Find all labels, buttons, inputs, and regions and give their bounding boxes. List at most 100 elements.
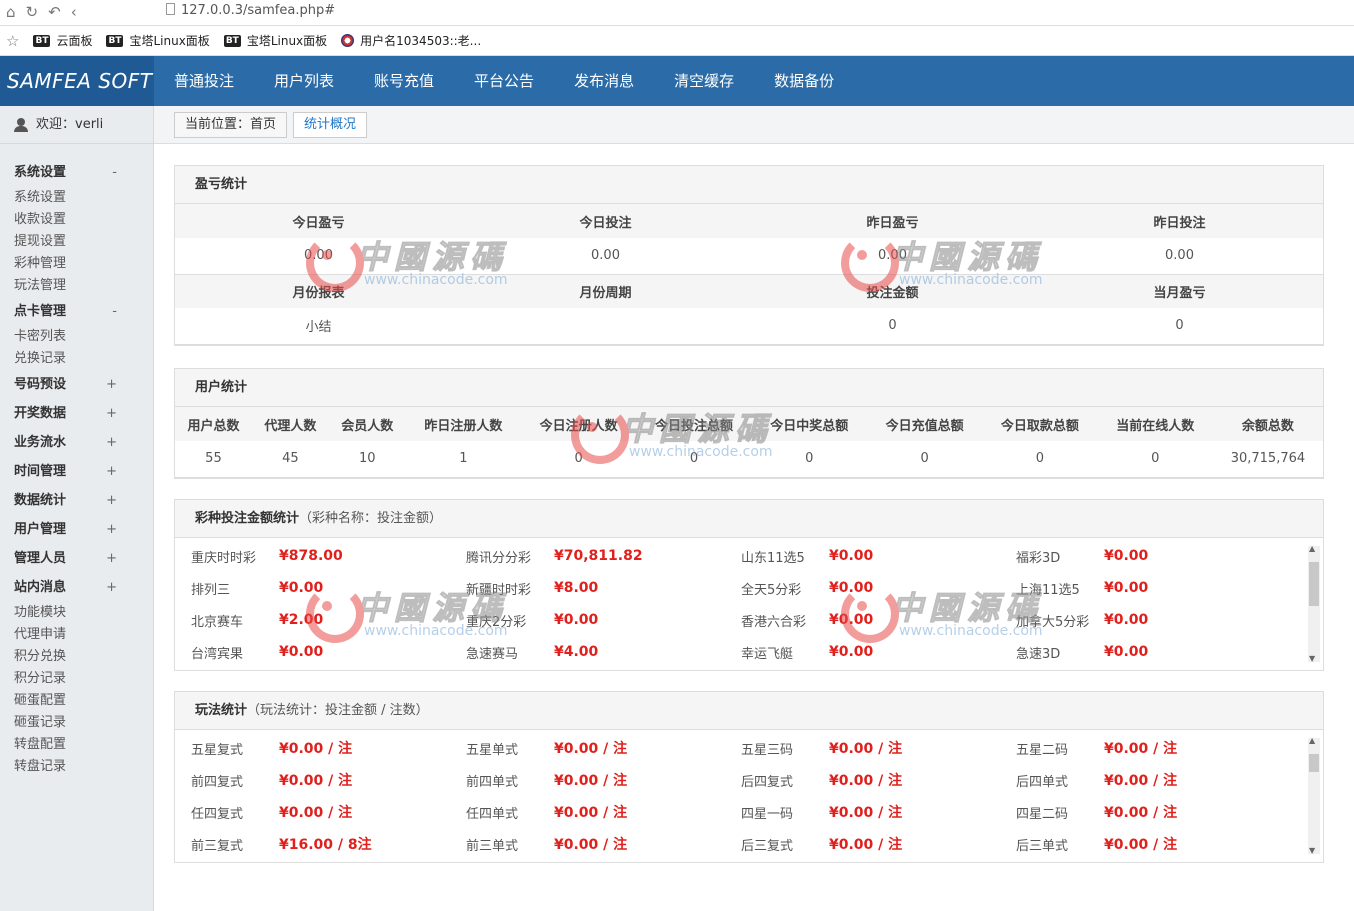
nav-recharge[interactable]: 账号充值 — [374, 56, 434, 106]
sidebar-group-title[interactable]: 系统设置 - — [0, 158, 153, 187]
sidebar-item[interactable]: 卡密列表 — [0, 326, 153, 348]
lottery-list[interactable]: 重庆时时彩 ¥878.00 腾讯分分彩 ¥70,811.82 山东11选5 ¥0.00 福彩… — [175, 538, 1323, 670]
sidebar-item[interactable]: 代理申请 — [0, 624, 153, 646]
sidebar-item[interactable]: 转盘配置 — [0, 734, 153, 756]
item-value: ¥0.00 — [829, 548, 874, 564]
expand-icon[interactable]: + — [106, 428, 117, 457]
bookmark-item[interactable]: BT 云面板 — [33, 32, 92, 49]
sidebar-item[interactable]: 砸蛋配置 — [0, 690, 153, 712]
expand-icon[interactable]: + — [106, 573, 117, 602]
sidebar-group-label[interactable]: 系统设置 — [14, 158, 66, 187]
nav-data-backup[interactable]: 数据备份 — [774, 56, 834, 106]
scrollbar[interactable]: ▲ ▼ — [1308, 736, 1320, 855]
sidebar-group-label[interactable]: 站内消息 — [14, 573, 66, 602]
sidebar-item[interactable]: 积分兑换 — [0, 646, 153, 668]
url-text[interactable]: 127.0.0.3/samfea.php# — [181, 3, 335, 18]
sidebar-group-label[interactable]: 时间管理 — [14, 457, 66, 486]
collapse-icon[interactable]: - — [112, 158, 117, 187]
sidebar-item[interactable]: 彩种管理 — [0, 253, 153, 275]
brand-logo[interactable]: SAMFEA SOFT — [0, 56, 154, 106]
list-item: 北京赛车 ¥2.00 — [191, 604, 466, 636]
sidebar-group-title[interactable]: 业务流水 + — [0, 428, 153, 457]
scroll-up-icon[interactable]: ▲ — [1309, 544, 1315, 553]
sidebar-group-title[interactable]: 用户管理 + — [0, 515, 153, 544]
bookmark-item[interactable]: BT 宝塔Linux面板 — [223, 32, 327, 49]
expand-icon[interactable]: + — [106, 457, 117, 486]
scroll-thumb[interactable] — [1309, 562, 1319, 606]
sidebar-group-title[interactable]: 数据统计 + — [0, 486, 153, 515]
item-name: 急速3D — [1016, 646, 1061, 662]
item-value: ¥0.00 / 注 — [554, 773, 628, 789]
tab-overview[interactable]: 统计概况 — [293, 112, 368, 138]
sidebar-item[interactable]: 玩法管理 — [0, 275, 153, 297]
sidebar-group-label[interactable]: 业务流水 — [14, 428, 66, 457]
expand-icon[interactable]: + — [106, 544, 117, 573]
sidebar-item[interactable]: 收款设置 — [0, 209, 153, 231]
plays-list[interactable]: 五星复式 ¥0.00 / 注五星单式 ¥0.00 / 注五星三码 ¥0.00 / 注五… — [175, 730, 1323, 862]
reload-icon[interactable]: ↻ — [26, 3, 39, 21]
expand-icon[interactable]: + — [106, 515, 117, 544]
sidebar-group-label[interactable]: 用户管理 — [14, 515, 66, 544]
bt-icon: BT — [33, 34, 51, 47]
sidebar-group-label[interactable]: 管理人员 — [14, 544, 66, 573]
sidebar-item[interactable]: 转盘记录 — [0, 756, 153, 778]
list-item: 后四复式 ¥0.00 / 注 — [741, 764, 1016, 796]
item-name: 后四复式 — [741, 774, 794, 790]
expand-icon[interactable]: + — [106, 486, 117, 515]
nav-normal-bet[interactable]: 普通投注 — [174, 56, 234, 106]
expand-icon[interactable]: + — [106, 399, 117, 428]
table-header: 会员人数 — [328, 407, 406, 441]
sidebar-group-label[interactable]: 数据统计 — [14, 486, 66, 515]
table-cell: 0.00 — [175, 238, 462, 275]
item-name: 五星二码 — [1016, 742, 1069, 758]
scrollbar[interactable]: ▲ ▼ — [1308, 544, 1320, 663]
address-bar[interactable]: 127.0.0.3/samfea.php# — [166, 3, 335, 18]
sidebar-item[interactable]: 积分记录 — [0, 668, 153, 690]
home-icon[interactable]: ⌂ — [6, 3, 16, 21]
nav-user-list[interactable]: 用户列表 — [274, 56, 334, 106]
bookmark-label[interactable]: 云面板 — [56, 32, 92, 49]
sidebar-group-title[interactable]: 管理人员 + — [0, 544, 153, 573]
collapse-icon[interactable]: - — [112, 297, 117, 326]
list-item: 腾讯分分彩 ¥70,811.82 — [466, 540, 741, 572]
star-icon[interactable]: ☆ — [6, 32, 19, 50]
expand-icon[interactable]: + — [106, 370, 117, 399]
back-icon[interactable]: ‹ — [71, 3, 77, 21]
item-value: ¥0.00 / 注 — [1104, 773, 1178, 789]
list-item: 任四单式 ¥0.00 / 注 — [466, 796, 741, 828]
sidebar-item[interactable]: 兑换记录 — [0, 348, 153, 370]
scroll-thumb[interactable] — [1309, 754, 1319, 772]
sidebar-group-title[interactable]: 点卡管理 - — [0, 297, 153, 326]
bookmark-item[interactable]: BT 宝塔Linux面板 — [106, 32, 210, 49]
bookmark-label[interactable]: 宝塔Linux面板 — [247, 32, 327, 49]
item-value: ¥16.00 / 8注 — [279, 837, 372, 853]
sidebar-group-label[interactable]: 号码预设 — [14, 370, 66, 399]
sidebar-item[interactable]: 系统设置 — [0, 187, 153, 209]
item-value: ¥8.00 — [554, 580, 599, 596]
sidebar-group-title[interactable]: 时间管理 + — [0, 457, 153, 486]
sidebar-group-label[interactable]: 开奖数据 — [14, 399, 66, 428]
sidebar-group-label[interactable]: 点卡管理 — [14, 297, 66, 326]
undo-icon[interactable]: ↶ — [48, 3, 61, 21]
nav-clear-cache[interactable]: 清空缓存 — [674, 56, 734, 106]
nav-announcement[interactable]: 平台公告 — [474, 56, 534, 106]
item-value: ¥0.00 — [829, 580, 874, 596]
sidebar-group-title[interactable]: 站内消息 + — [0, 573, 153, 602]
scroll-up-icon[interactable]: ▲ — [1309, 736, 1315, 745]
scroll-down-icon[interactable]: ▼ — [1309, 654, 1315, 663]
sidebar-group-title[interactable]: 开奖数据 + — [0, 399, 153, 428]
breadcrumb-home[interactable]: 当前位置：首页 — [174, 112, 288, 138]
bookmark-label[interactable]: 用户名1034503::老... — [360, 32, 481, 49]
browser-toolbar: ⌂ ↻ ↶ ‹ 127.0.0.3/samfea.php# — [0, 0, 1354, 26]
list-item: 急速3D ¥0.00 — [1016, 636, 1291, 668]
sidebar-group-title[interactable]: 号码预设 + — [0, 370, 153, 399]
sidebar-item[interactable]: 功能模块 — [0, 602, 153, 624]
sidebar-item[interactable]: 砸蛋记录 — [0, 712, 153, 734]
table-header: 今日盈亏 — [175, 204, 462, 238]
bookmark-label[interactable]: 宝塔Linux面板 — [129, 32, 209, 49]
nav-publish-message[interactable]: 发布消息 — [574, 56, 634, 106]
bookmark-item[interactable]: 用户名1034503::老... — [341, 32, 481, 49]
panel-note: （玩法统计：投注金额 / 注数） — [247, 703, 429, 718]
scroll-down-icon[interactable]: ▼ — [1309, 846, 1315, 855]
sidebar-item[interactable]: 提现设置 — [0, 231, 153, 253]
